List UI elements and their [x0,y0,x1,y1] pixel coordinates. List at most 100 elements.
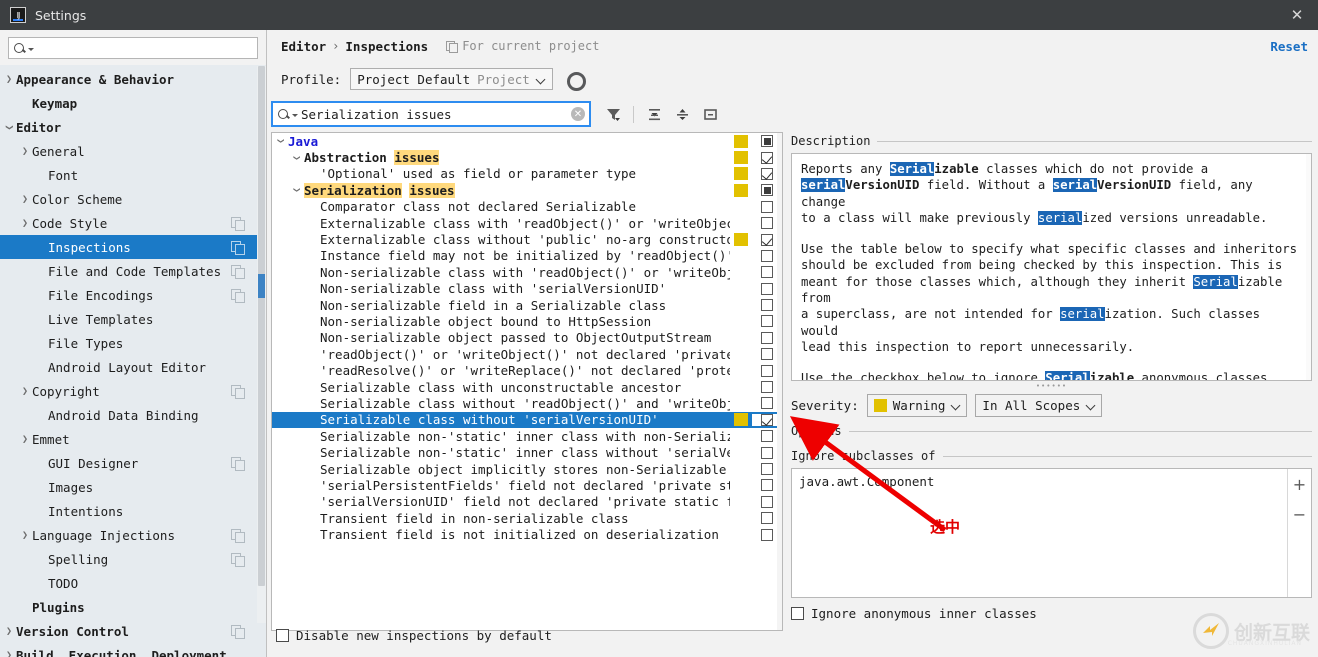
inspection-checkbox[interactable] [761,184,773,196]
inspection-row[interactable]: Instance field may not be initialized by… [272,248,782,264]
inspection-row[interactable]: Serializable non-'static' inner class wi… [272,428,782,444]
inspection-row[interactable]: Externalizable class without 'public' no… [272,231,782,247]
sidebar-item-spelling[interactable]: Spelling [0,547,266,571]
inspection-row[interactable]: 'serialPersistentFields' field not decla… [272,477,782,493]
sidebar-item-inspections[interactable]: Inspections [0,235,266,259]
inspection-checkbox[interactable] [761,348,773,360]
sidebar-item-plugins[interactable]: Plugins [0,595,266,619]
inspection-checkbox[interactable] [761,234,773,246]
sidebar-item-file-encodings[interactable]: File Encodings [0,283,266,307]
chevron-right-icon[interactable]: ❯ [2,74,16,85]
reset-link[interactable]: Reset [1270,39,1308,54]
sidebar-item-intentions[interactable]: Intentions [0,499,266,523]
sidebar-item-file-types[interactable]: File Types [0,331,266,355]
inspection-row[interactable]: Serializable object implicitly stores no… [272,461,782,477]
inspection-row[interactable]: Non-serializable field in a Serializable… [272,297,782,313]
inspection-checkbox[interactable] [761,447,773,459]
description-scrollbar[interactable] [1306,154,1311,380]
chevron-right-icon[interactable]: ❯ [18,530,32,541]
inspection-row[interactable]: 'serialVersionUID' field not declared 'p… [272,494,782,510]
severity-select[interactable]: Warning [867,394,968,417]
chevron-right-icon[interactable]: ❯ [18,218,32,229]
inspection-checkbox[interactable] [761,512,773,524]
sidebar-item-android-data-binding[interactable]: Android Data Binding [0,403,266,427]
expand-all-icon[interactable] [641,101,667,127]
profile-select[interactable]: Project Default Project [350,68,553,90]
clear-icon[interactable]: ✕ [571,107,585,121]
remove-button[interactable]: − [1288,499,1312,529]
sidebar-item-android-layout-editor[interactable]: Android Layout Editor [0,355,266,379]
inspection-checkbox[interactable] [761,529,773,541]
inspection-checkbox[interactable] [761,283,773,295]
inspection-checkbox[interactable] [761,430,773,442]
inspection-checkbox[interactable] [761,414,773,426]
inspection-checkbox[interactable] [761,152,773,164]
ignore-subclasses-list[interactable]: java.awt.Component + − [791,468,1312,598]
reset-filter-icon[interactable] [697,101,723,127]
inspection-row[interactable]: 'Optional' used as field or parameter ty… [272,166,782,182]
inspections-tree-scrollbar[interactable] [777,133,782,630]
sidebar-item-general[interactable]: ❯General [0,139,266,163]
chevron-right-icon[interactable]: ❯ [2,650,16,657]
sidebar-scrollbar-thumb[interactable] [258,66,265,586]
inspection-row[interactable]: Transient field is not initialized on de… [272,526,782,542]
ignore-anonymous-checkbox[interactable] [791,607,804,620]
inspection-row[interactable]: 'readObject()' or 'writeObject()' not de… [272,346,782,362]
resize-grip[interactable]: •••••• [791,381,1312,390]
inspection-row[interactable]: Non-serializable class with 'readObject(… [272,264,782,280]
inspection-row[interactable]: Externalizable class with 'readObject()'… [272,215,782,231]
sidebar-scrollbar[interactable] [257,66,266,623]
chevron-down-icon[interactable]: ❯ [291,182,301,198]
breadcrumb-parent[interactable]: Editor [281,39,326,54]
sidebar-item-live-templates[interactable]: Live Templates [0,307,266,331]
inspection-row[interactable]: Serializable non-'static' inner class wi… [272,444,782,460]
inspection-checkbox[interactable] [761,266,773,278]
chevron-right-icon[interactable]: ❯ [18,386,32,397]
inspection-checkbox[interactable] [761,479,773,491]
inspection-row[interactable]: ❯Java [272,133,782,149]
sidebar-item-version-control[interactable]: ❯Version Control [0,619,266,643]
sidebar-item-color-scheme[interactable]: ❯Color Scheme [0,187,266,211]
inspection-row[interactable]: Non-serializable class with 'serialVersi… [272,281,782,297]
sidebar-item-keymap[interactable]: Keymap [0,91,266,115]
sidebar-item-file-and-code-templates[interactable]: File and Code Templates [0,259,266,283]
inspection-checkbox[interactable] [761,315,773,327]
inspection-row[interactable]: ❯Serialization issues [272,182,782,198]
inspection-checkbox[interactable] [761,217,773,229]
inspection-checkbox[interactable] [761,365,773,377]
sidebar-item-appearance-behavior[interactable]: ❯Appearance & Behavior [0,67,266,91]
add-button[interactable]: + [1288,469,1312,499]
gear-icon[interactable] [566,71,582,87]
collapse-all-icon[interactable] [669,101,695,127]
inspection-checkbox[interactable] [761,463,773,475]
sidebar-item-images[interactable]: Images [0,475,266,499]
inspection-row[interactable]: Non-serializable object passed to Object… [272,330,782,346]
inspection-checkbox[interactable] [761,381,773,393]
sidebar-item-language-injections[interactable]: ❯Language Injections [0,523,266,547]
inspection-search-input[interactable]: Serialization issues ✕ [271,101,591,127]
inspection-checkbox[interactable] [761,168,773,180]
sidebar-item-gui-designer[interactable]: GUI Designer [0,451,266,475]
close-icon[interactable]: ✕ [1282,1,1312,29]
inspection-row[interactable]: Comparator class not declared Serializab… [272,199,782,215]
chevron-down-icon[interactable]: ❯ [275,133,285,149]
inspection-checkbox[interactable] [761,496,773,508]
inspection-checkbox[interactable] [761,332,773,344]
inspection-row[interactable]: ❯Abstraction issues [272,149,782,165]
sidebar-item-editor[interactable]: ❯Editor [0,115,266,139]
filter-icon[interactable] [600,101,626,127]
chevron-right-icon[interactable]: ❯ [18,434,32,445]
inspection-row[interactable]: Non-serializable object bound to HttpSes… [272,313,782,329]
inspection-checkbox[interactable] [761,135,773,147]
inspection-row[interactable]: Transient field in non-serializable clas… [272,510,782,526]
inspection-row[interactable]: Serializable class without 'serialVersio… [272,412,782,428]
scope-select[interactable]: In All Scopes [975,394,1102,417]
inspection-checkbox[interactable] [761,397,773,409]
sidebar-item-code-style[interactable]: ❯Code Style [0,211,266,235]
inspection-checkbox[interactable] [761,201,773,213]
sidebar-item-todo[interactable]: TODO [0,571,266,595]
chevron-down-icon[interactable]: ❯ [291,150,301,166]
sidebar-search-input[interactable] [8,37,258,59]
sidebar-item-emmet[interactable]: ❯Emmet [0,427,266,451]
sidebar-item-copyright[interactable]: ❯Copyright [0,379,266,403]
